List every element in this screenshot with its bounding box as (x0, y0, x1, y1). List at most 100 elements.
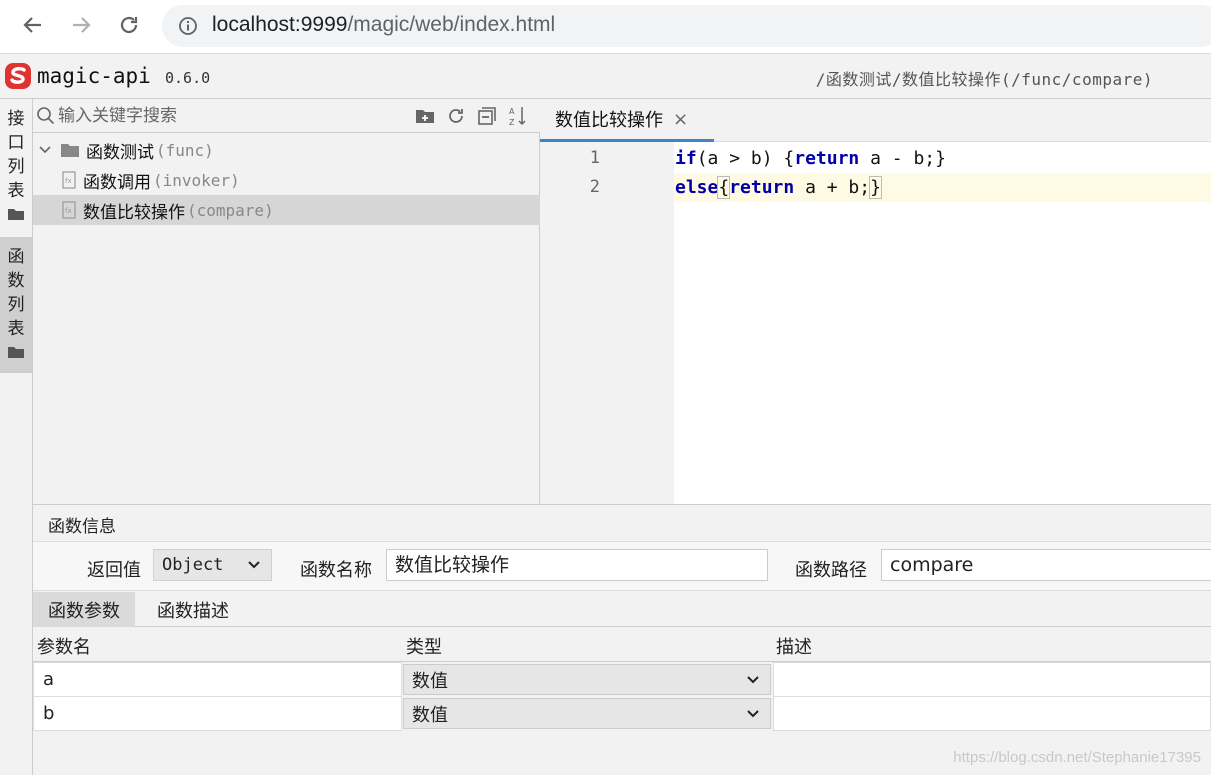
function-info-title: 函数信息 (48, 517, 116, 537)
search-input[interactable] (58, 103, 358, 129)
tab-function-params[interactable]: 函数参数 (33, 592, 135, 627)
function-info-row: 返回值 Object 函数名称 数值比较操作 函数路径 compare (33, 541, 1211, 591)
tree-item-compare[interactable]: fx 数值比较操作 (compare) (33, 195, 540, 225)
param-description-input[interactable] (773, 662, 1211, 697)
chevron-down-icon (248, 561, 260, 569)
watermark: https://blog.csdn.net/Stephanie17395 (953, 749, 1201, 766)
param-type-value: 数值 (412, 704, 448, 726)
tab-char: 口 (7, 133, 25, 153)
chevron-down-icon (747, 675, 759, 683)
sort-az-icon: AZ (509, 107, 526, 127)
tab-char: 表 (7, 319, 25, 339)
function-path-input[interactable]: compare (881, 549, 1211, 581)
tree-item-label: 函数调用 (83, 172, 151, 193)
param-description-input[interactable] (773, 696, 1211, 731)
url-path: /magic/web/index.html (347, 13, 556, 36)
tree-item-path: (invoker) (153, 170, 240, 190)
keyword-token: return (794, 148, 860, 169)
chevron-down-icon (747, 709, 759, 717)
svg-text:Z: Z (509, 118, 515, 127)
tab-char: 列 (7, 295, 25, 315)
table-row: b 数值 (33, 696, 1211, 731)
keyword-token: return (729, 177, 795, 198)
function-info-panel: 函数信息 返回值 Object 函数名称 数值比较操作 函数路径 compare… (33, 504, 1211, 775)
keyword-token: else (675, 177, 719, 198)
app-name: magic-api (37, 64, 151, 88)
chevron-down-icon[interactable] (38, 143, 52, 157)
function-path-label: 函数路径 (795, 560, 867, 581)
table-row: a 数值 (33, 661, 1211, 697)
tree-group-func[interactable]: 函数测试 (func) (33, 135, 540, 165)
param-name-input[interactable]: a (33, 662, 402, 697)
current-path: /函数测试/数值比较操作(/func/compare) (815, 70, 1153, 89)
svg-text:fx: fx (65, 207, 72, 215)
tree-item-path: (compare) (187, 200, 274, 220)
refresh-button[interactable] (445, 105, 467, 127)
param-name-input[interactable]: b (33, 696, 402, 731)
tab-function-list[interactable]: 函 数 列 表 (0, 237, 32, 373)
folder-icon (8, 209, 24, 220)
function-name-input[interactable]: 数值比较操作 (386, 549, 768, 581)
param-type-select[interactable]: 数值 (403, 664, 771, 695)
refresh-icon (449, 109, 463, 123)
code-line-2[interactable]: else{return a + b;} (674, 173, 1211, 202)
svg-text:A: A (509, 107, 515, 116)
add-folder-icon (416, 110, 434, 123)
return-type-label: 返回值 (87, 560, 141, 581)
param-type-value: 数值 (412, 670, 448, 692)
tree-item-invoker[interactable]: fx 函数调用 (invoker) (33, 165, 540, 195)
search-icon (37, 107, 55, 125)
url-host: localhost:9999 (212, 13, 348, 36)
return-type-select[interactable]: Object (153, 549, 272, 581)
tree-toolbar: AZ (33, 99, 540, 133)
bracket-match: { (717, 176, 731, 199)
function-file-icon: fx (62, 171, 76, 189)
folder-icon (61, 144, 79, 157)
column-header-name: 参数名 (37, 637, 91, 658)
forward-button[interactable] (66, 10, 96, 40)
folder-icon (8, 347, 24, 358)
line-number: 1 (589, 148, 600, 168)
reload-button[interactable] (114, 10, 144, 40)
arrow-right-icon (73, 17, 91, 33)
bracket-match: } (869, 176, 882, 199)
code-editor: 数值比较操作 × 1 2 if(a > b) {return a - b;} e… (540, 99, 1211, 504)
tab-char: 函 (7, 247, 25, 267)
tree-item-label: 数值比较操作 (83, 202, 185, 223)
app-header: magic-api 0.6.0 /函数测试/数值比较操作(/func/compa… (0, 54, 1211, 99)
tab-function-description[interactable]: 函数描述 (142, 592, 244, 627)
svg-text:fx: fx (65, 177, 72, 185)
tab-api-list[interactable]: 接 口 列 表 (0, 107, 32, 221)
info-icon[interactable] (178, 16, 198, 36)
editor-tab-bar: 数值比较操作 × (540, 99, 1211, 142)
close-icon[interactable]: × (673, 109, 688, 130)
address-bar[interactable]: localhost:9999/magic/web/index.html (162, 5, 1211, 47)
code-line-1[interactable]: if(a > b) {return a - b;} (674, 144, 1211, 173)
app-version: 0.6.0 (165, 69, 211, 87)
function-name-label: 函数名称 (300, 560, 372, 581)
url-text[interactable]: localhost:9999/magic/web/index.html (212, 13, 555, 37)
side-tabs: 接 口 列 表 函 数 列 表 (0, 99, 33, 775)
tab-char: 列 (7, 157, 25, 177)
return-type-value: Object (162, 555, 224, 575)
column-header-description: 描述 (776, 637, 812, 658)
reload-icon (120, 16, 138, 34)
line-number: 2 (589, 177, 600, 197)
tab-label: 函数描述 (157, 600, 229, 622)
tab-char: 表 (7, 181, 25, 201)
line-number-gutter: 1 2 (540, 142, 674, 504)
keyword-token: if (675, 148, 697, 169)
sort-button[interactable]: AZ (507, 105, 529, 127)
function-file-icon: fx (62, 201, 76, 219)
editor-tab-compare[interactable]: 数值比较操作 × (540, 99, 714, 142)
back-button[interactable] (18, 10, 48, 40)
tab-char: 接 (7, 109, 25, 129)
collapse-all-button[interactable] (476, 105, 498, 127)
param-type-select[interactable]: 数值 (403, 698, 771, 729)
add-folder-button[interactable] (414, 105, 436, 127)
tab-char: 数 (7, 271, 25, 291)
editor-tab-label: 数值比较操作 (555, 110, 663, 131)
tree-item-path: (func) (156, 140, 214, 160)
tab-label: 函数参数 (48, 600, 120, 622)
param-tab-bar: 函数参数 函数描述 (33, 592, 1211, 627)
